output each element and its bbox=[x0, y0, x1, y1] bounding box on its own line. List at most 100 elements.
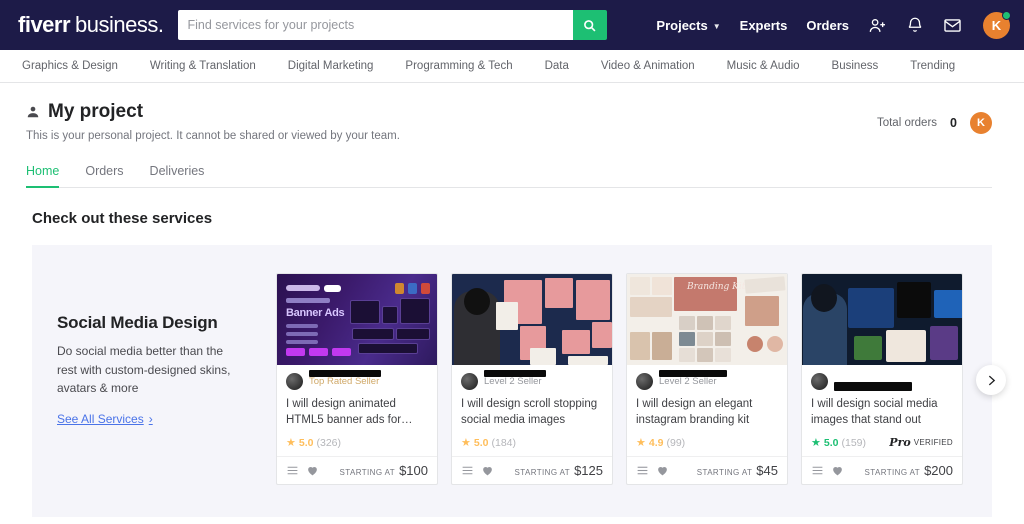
category-digital-marketing[interactable]: Digital Marketing bbox=[272, 60, 390, 72]
category-trending[interactable]: Trending bbox=[894, 60, 971, 72]
page-title-row: My project bbox=[26, 101, 877, 123]
search-input[interactable] bbox=[177, 10, 573, 40]
category-data[interactable]: Data bbox=[529, 60, 585, 72]
seller-row bbox=[811, 372, 953, 391]
category-business[interactable]: Business bbox=[816, 60, 895, 72]
seller-level-badge: Top Rated Seller bbox=[309, 376, 380, 387]
price-wrap: STARTING AT $200 bbox=[865, 463, 953, 478]
service-card-body: Level 2 Seller I will design scroll stop… bbox=[452, 365, 612, 449]
heart-icon[interactable] bbox=[481, 464, 494, 477]
project-member-avatar[interactable]: K bbox=[970, 112, 992, 134]
seller-avatar bbox=[286, 373, 303, 390]
tab-deliveries[interactable]: Deliveries bbox=[150, 164, 205, 187]
carousel-next-button[interactable] bbox=[976, 365, 1006, 395]
nav-item-experts[interactable]: Experts bbox=[740, 18, 788, 33]
thumb-person-head-redacted bbox=[464, 288, 490, 315]
nav-item-orders[interactable]: Orders bbox=[806, 18, 849, 33]
service-title: I will design social media images that s… bbox=[811, 398, 938, 426]
seller-meta: Top Rated Seller bbox=[309, 370, 428, 387]
page-header-left: My project This is your personal project… bbox=[26, 101, 877, 142]
project-tabs: Home Orders Deliveries bbox=[26, 164, 992, 188]
pro-logo: Pro bbox=[889, 436, 911, 449]
total-orders-label: Total orders bbox=[876, 117, 938, 129]
star-icon: ★ bbox=[286, 437, 296, 449]
service-card-footer: STARTING AT $200 bbox=[802, 456, 962, 484]
price-value: $125 bbox=[574, 463, 603, 478]
service-card-body: Level 2 Seller I will design an elegant … bbox=[627, 365, 787, 449]
heart-icon[interactable] bbox=[831, 464, 844, 477]
invite-user-icon bbox=[869, 18, 886, 32]
seller-level-badge: Level 2 Seller bbox=[484, 376, 542, 387]
nav-right-group: Projects ▼ Experts Orders K bbox=[656, 10, 1011, 39]
seller-meta: Level 2 Seller bbox=[659, 370, 778, 387]
rating-value: 4.9 bbox=[648, 436, 664, 449]
search-button[interactable] bbox=[572, 10, 607, 40]
price-wrap: STARTING AT $45 bbox=[697, 463, 778, 478]
invite-user-button[interactable] bbox=[868, 16, 887, 35]
starting-at-label: STARTING AT bbox=[696, 468, 753, 477]
seller-avatar bbox=[636, 373, 653, 390]
seller-row: Level 2 Seller bbox=[636, 370, 778, 391]
search-icon bbox=[584, 19, 596, 31]
search-bar[interactable] bbox=[177, 10, 607, 40]
service-thumbnail-stand-out-images[interactable] bbox=[802, 274, 962, 365]
promo-description: Do social media better than the rest wit… bbox=[57, 344, 231, 396]
person-icon bbox=[27, 106, 39, 118]
heart-icon[interactable] bbox=[306, 464, 319, 477]
rating-count: (159) bbox=[841, 436, 866, 449]
service-cards-list: Banner Ads Top Rated Seller I will desig… bbox=[276, 245, 963, 485]
logo-business-text: business. bbox=[75, 12, 164, 37]
rating-value: 5.0 bbox=[823, 436, 839, 449]
category-programming-tech[interactable]: Programming & Tech bbox=[389, 60, 528, 72]
tab-orders[interactable]: Orders bbox=[85, 164, 123, 187]
add-to-list-icon[interactable] bbox=[636, 464, 649, 477]
service-title: I will design scroll stopping social med… bbox=[461, 398, 598, 426]
service-thumbnail-branding-kit[interactable]: Branding Kit bbox=[627, 274, 787, 365]
bell-icon bbox=[908, 17, 922, 32]
thumb-icons bbox=[395, 283, 430, 294]
thumb-badge bbox=[286, 285, 320, 291]
add-to-list-icon[interactable] bbox=[811, 464, 824, 477]
category-music-audio[interactable]: Music & Audio bbox=[711, 60, 816, 72]
nav-orders-label: Orders bbox=[806, 17, 849, 33]
category-video-animation[interactable]: Video & Animation bbox=[585, 60, 711, 72]
starting-at-label: STARTING AT bbox=[339, 468, 396, 477]
heart-icon[interactable] bbox=[656, 464, 669, 477]
promo-title: Social Media Design bbox=[57, 313, 218, 332]
messages-button[interactable] bbox=[943, 16, 962, 35]
seller-level-badge: Level 2 Seller bbox=[659, 376, 717, 387]
rating-value: 5.0 bbox=[473, 436, 489, 449]
see-all-services-label: See All Services bbox=[57, 411, 144, 426]
service-card[interactable]: Branding Kit Level 2 Seller I will desig… bbox=[626, 273, 788, 485]
category-graphics-design[interactable]: Graphics & Design bbox=[22, 60, 134, 72]
service-thumbnail-banner-ads[interactable]: Banner Ads bbox=[277, 274, 437, 365]
service-card[interactable]: I will design social media images that s… bbox=[801, 273, 963, 485]
section-title: Check out these services bbox=[32, 210, 213, 227]
page-title: My project bbox=[48, 101, 144, 122]
add-to-list-icon[interactable] bbox=[461, 464, 474, 477]
price-value: $200 bbox=[924, 463, 953, 478]
price-value: $45 bbox=[756, 463, 778, 478]
service-thumbnail-social-images[interactable] bbox=[452, 274, 612, 365]
logo-fiverr-text: fiverr bbox=[18, 12, 71, 37]
add-to-list-icon[interactable] bbox=[286, 464, 299, 477]
rating-count: (184) bbox=[491, 436, 516, 449]
see-all-services-link[interactable]: See All Services › bbox=[57, 412, 153, 426]
chevron-right-icon bbox=[988, 375, 995, 385]
envelope-icon bbox=[944, 18, 961, 32]
pro-verified-label: VERIFIED bbox=[913, 438, 953, 447]
tab-home[interactable]: Home bbox=[26, 164, 60, 188]
rating-row: ★ 5.0 (326) bbox=[286, 436, 428, 450]
starting-at-label: STARTING AT bbox=[864, 468, 921, 477]
seller-name-redacted bbox=[484, 370, 546, 377]
service-card[interactable]: Level 2 Seller I will design scroll stop… bbox=[451, 273, 613, 485]
category-writing-translation[interactable]: Writing & Translation bbox=[134, 60, 272, 72]
user-avatar-button[interactable]: K bbox=[983, 10, 1011, 39]
service-card[interactable]: Banner Ads Top Rated Seller I will desig… bbox=[276, 273, 438, 485]
total-orders-value: 0 bbox=[950, 116, 957, 130]
notifications-button[interactable] bbox=[906, 16, 924, 34]
thumb-chips bbox=[286, 348, 351, 356]
fiverr-business-logo[interactable]: fiverr business. bbox=[18, 12, 164, 38]
page-subtitle: This is your personal project. It cannot… bbox=[26, 130, 400, 142]
nav-item-projects[interactable]: Projects ▼ bbox=[656, 18, 720, 33]
